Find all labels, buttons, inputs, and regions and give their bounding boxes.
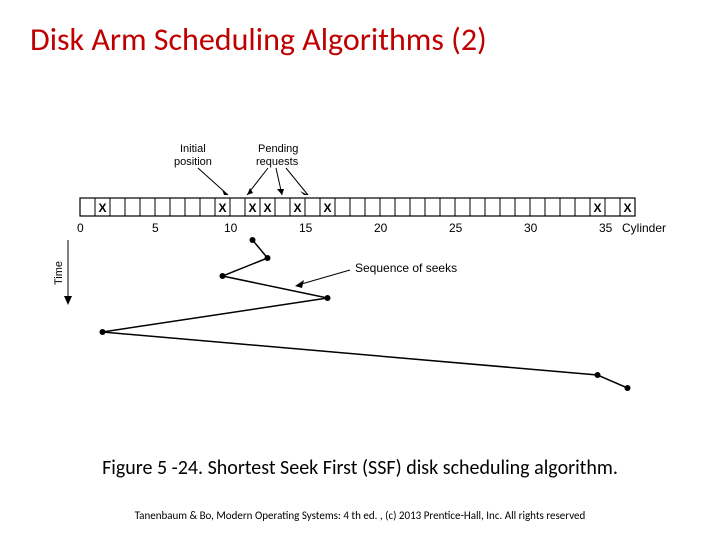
x-mark: X <box>323 201 331 215</box>
tick: 25 <box>449 221 463 235</box>
seek-point <box>250 237 256 243</box>
tick: 0 <box>77 221 84 235</box>
label-initial: Initial <box>180 143 206 155</box>
label-pending: Pending <box>258 143 298 155</box>
sequence-label: Sequence of seeks <box>355 261 457 275</box>
x-mark: X <box>248 201 256 215</box>
x-mark: X <box>623 201 631 215</box>
tick: 5 <box>152 221 159 235</box>
cylinder-label: Cylinder <box>622 221 666 235</box>
cylinder-bar <box>80 198 635 216</box>
seek-point <box>325 295 331 301</box>
figure: Initial position Pending requests X X X … <box>50 140 670 420</box>
seek-point <box>595 372 601 378</box>
x-mark: X <box>218 201 226 215</box>
x-mark: X <box>263 201 271 215</box>
tick: 10 <box>224 221 238 235</box>
seek-point <box>220 273 226 279</box>
page-title: Disk Arm Scheduling Algorithms (2) <box>0 0 720 69</box>
label-position: position <box>174 156 212 168</box>
footer-citation: Tanenbaum & Bo, Modern Operating Systems… <box>0 509 720 522</box>
tick: 30 <box>524 221 538 235</box>
seek-point <box>100 329 106 335</box>
arrow-head <box>64 296 72 305</box>
seek-point <box>265 255 271 261</box>
figure-caption: Figure 5 -24. Shortest Seek First (SSF) … <box>0 456 720 480</box>
tick: 35 <box>599 221 613 235</box>
tick: 15 <box>299 221 313 235</box>
arrow-head <box>295 280 304 288</box>
arrow-line <box>298 270 350 285</box>
x-mark: X <box>98 201 106 215</box>
x-mark: X <box>293 201 301 215</box>
arrow-head <box>222 189 228 195</box>
arrow-head <box>277 189 284 195</box>
time-label: Time <box>53 261 65 285</box>
x-mark: X <box>593 201 601 215</box>
arrow-line <box>286 168 308 195</box>
tick: 20 <box>374 221 388 235</box>
seek-point <box>625 385 631 391</box>
ssf-diagram: Initial position Pending requests X X X … <box>50 140 670 420</box>
label-requests: requests <box>256 156 299 168</box>
